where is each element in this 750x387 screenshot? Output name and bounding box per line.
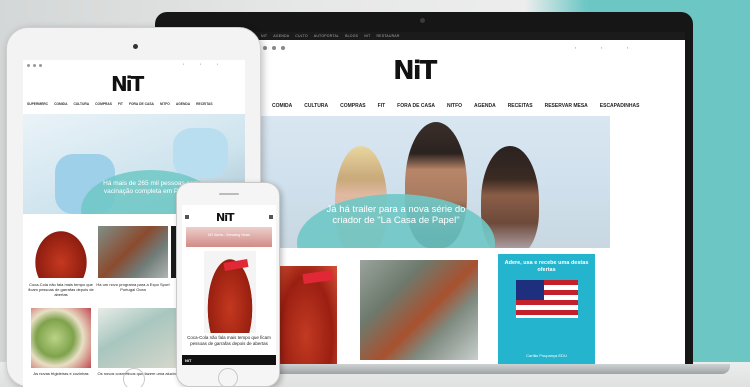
nav-item[interactable]: ESCAPADINHAS <box>600 103 640 109</box>
laptop-header: NiT ▪ ▪ ▪ <box>255 40 685 98</box>
menu-icon[interactable] <box>185 215 189 219</box>
header-link-icon[interactable]: ▪ <box>217 63 229 66</box>
nav-item[interactable]: CULTURA <box>73 102 89 106</box>
hero-photo-glove <box>173 128 228 178</box>
tablet-camera <box>133 44 138 49</box>
breaking-banner[interactable]: NiT Alerta - Breaking News <box>186 227 272 247</box>
nav-item[interactable]: COMPRAS <box>340 103 366 109</box>
nav-item[interactable]: RECEITAS <box>508 103 533 109</box>
topbar-link[interactable]: AUTOPORTAL <box>314 34 339 38</box>
nav-item[interactable]: FIT <box>118 102 123 106</box>
nav-item[interactable]: FORA DE CASA <box>397 103 435 109</box>
tablet-home-button[interactable] <box>123 368 145 387</box>
instagram-icon[interactable] <box>33 63 36 67</box>
phone-home-button[interactable] <box>218 368 238 387</box>
nav-item[interactable]: RESERVAR MESA <box>545 103 588 109</box>
article-title[interactable]: Coca-Cola não fala mais tempo que ficam … <box>186 335 272 346</box>
ad-footer: Cartão Poupança EDU <box>526 353 567 358</box>
nav-item[interactable]: COMIDA <box>54 102 67 106</box>
article-title[interactable]: As novas frigideiras e cozinhas <box>27 371 95 376</box>
article-image-food[interactable] <box>31 308 91 368</box>
site-logo[interactable]: NiT <box>111 72 144 96</box>
article-image-rooftop[interactable] <box>360 260 478 360</box>
topbar-link[interactable]: CULTO <box>295 34 308 38</box>
phone-speaker <box>219 193 239 195</box>
nav-item[interactable]: AGENDA <box>176 102 190 106</box>
topbar-link[interactable]: RESTAURAR <box>376 34 399 38</box>
nav-item[interactable]: CULTURA <box>304 103 328 109</box>
article-title[interactable]: Há um novo programa para a Expo Sport Po… <box>96 282 170 292</box>
article-image-coca-cola[interactable] <box>31 226 91 278</box>
article-image-rooftop[interactable] <box>98 226 168 278</box>
main-nav: COMIDA CULTURA COMPRAS FIT FORA DE CASA … <box>255 98 685 114</box>
hero-article[interactable]: Já há trailer para a nova série do criad… <box>255 116 610 248</box>
laptop-topbar: NIT AGENDA CULTO AUTOPORTAL BLOGS NIT RE… <box>255 32 685 40</box>
instagram-icon[interactable] <box>272 46 276 50</box>
header-link-icon[interactable]: ▪ <box>183 63 195 66</box>
phone-bottom-bar: NiT <box>182 355 276 365</box>
ad-headline: Adere, usa e recebe uma destas ofertas <box>504 260 589 273</box>
search-icon[interactable] <box>269 215 273 219</box>
flag-image <box>516 280 578 318</box>
bottom-logo[interactable]: NiT <box>185 358 191 363</box>
social-icons <box>263 46 285 50</box>
article-image-cosmetics[interactable] <box>98 308 183 368</box>
site-logo[interactable]: NiT <box>216 211 235 224</box>
nav-item[interactable]: RECEITAS <box>196 102 212 106</box>
header-link-icon[interactable]: ▪ <box>575 46 591 50</box>
header-link-icon[interactable]: ▪ <box>601 46 617 50</box>
article-cards: Adere, usa e recebe uma destas ofertas C… <box>255 254 685 367</box>
site-logo[interactable]: NiT <box>393 56 437 86</box>
search-icon[interactable] <box>281 46 285 50</box>
laptop-camera <box>420 18 425 23</box>
phone-screen: NiT NiT Alerta - Breaking News Coca-Cola… <box>182 205 276 365</box>
nav-item[interactable]: FORA DE CASA <box>129 102 154 106</box>
ad-banner[interactable]: Adere, usa e recebe uma destas ofertas C… <box>498 254 595 366</box>
facebook-icon[interactable] <box>27 63 30 67</box>
header-links: ▪ ▪ ▪ <box>575 46 643 50</box>
laptop-screen: NIT AGENDA CULTO AUTOPORTAL BLOGS NIT RE… <box>255 32 685 367</box>
topbar-link[interactable]: NIT <box>364 34 370 38</box>
header-link-icon[interactable]: ▪ <box>200 63 212 66</box>
breaking-banner-text: NiT Alerta - Breaking News <box>208 233 250 237</box>
nav-item[interactable]: COMIDA <box>272 103 292 109</box>
nav-item[interactable]: NITFo <box>160 102 170 106</box>
header-link-icon[interactable]: ▪ <box>627 46 643 50</box>
topbar-link[interactable]: AGENDA <box>273 34 289 38</box>
nav-item[interactable]: FIT <box>378 103 386 109</box>
nav-item[interactable]: SUPERMERC <box>27 102 48 106</box>
facebook-icon[interactable] <box>263 46 267 50</box>
hero-headline[interactable]: Já há trailer para a nova série do criad… <box>321 204 471 226</box>
tablet-nav: SUPERMERC COMIDA CULTURA COMPRAS FIT FOR… <box>23 102 245 106</box>
nav-item[interactable]: NITFo <box>447 103 462 109</box>
article-title[interactable]: Coca-Cola não fala mais tempo que ficam … <box>27 282 95 297</box>
topbar-link[interactable]: BLOGS <box>345 34 358 38</box>
nav-item[interactable]: AGENDA <box>474 103 496 109</box>
nav-item[interactable]: COMPRAS <box>95 102 112 106</box>
tablet-header-links: ▪ ▪ ▪ <box>183 63 229 66</box>
phone-device: NiT NiT Alerta - Breaking News Coca-Cola… <box>176 182 280 387</box>
topbar-link[interactable]: NIT <box>261 34 267 38</box>
search-icon[interactable] <box>39 63 42 67</box>
